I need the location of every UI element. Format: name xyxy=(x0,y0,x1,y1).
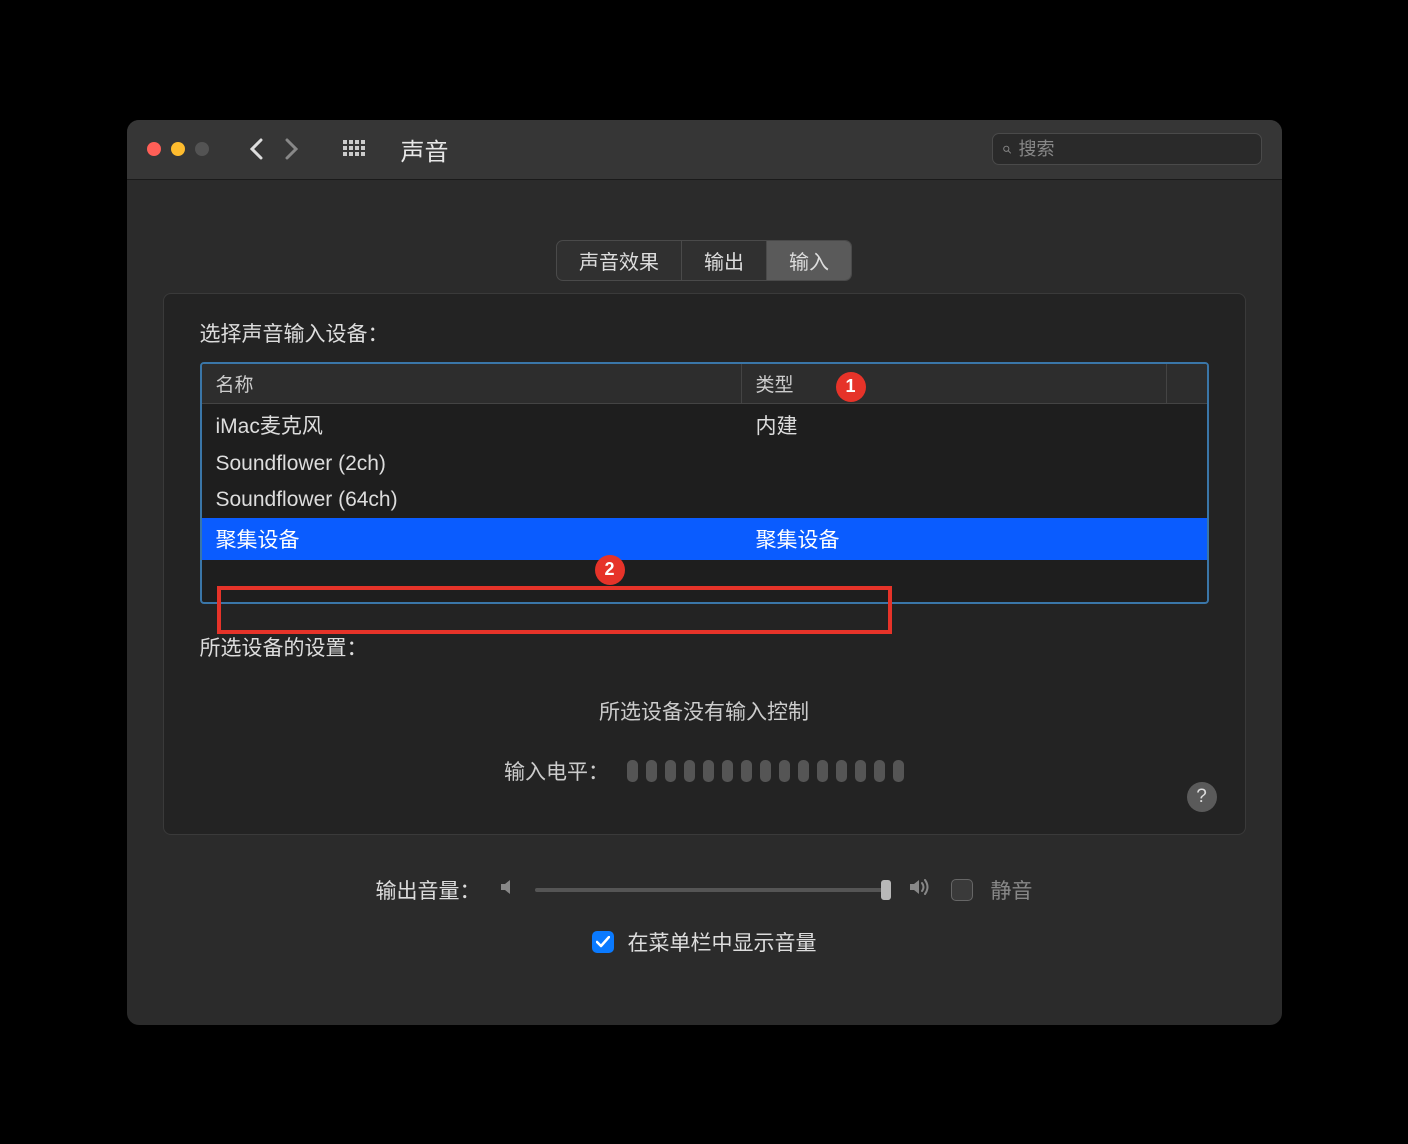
chevron-right-icon xyxy=(285,138,299,160)
choose-device-label: 选择声音输入设备： xyxy=(164,318,1245,362)
tab-group: 声音效果 输出 输入 xyxy=(556,240,852,281)
device-name: iMac麦克风 xyxy=(202,408,742,442)
input-level-row: 输入电平： xyxy=(164,748,1245,806)
mute-label: 静音 xyxy=(991,875,1033,905)
show-all-button[interactable] xyxy=(337,135,373,163)
forward-button xyxy=(275,134,309,164)
device-type: 聚集设备 xyxy=(742,522,1207,556)
table-row[interactable]: 聚集设备 聚集设备 xyxy=(202,518,1207,560)
table-row[interactable]: Soundflower (2ch) xyxy=(202,446,1207,482)
device-table: 名称 类型 iMac麦克风 内建 Soundflower (2ch) Sound… xyxy=(200,362,1209,604)
show-volume-in-menubar-checkbox[interactable] xyxy=(592,931,614,953)
column-type[interactable]: 类型 xyxy=(742,364,1167,403)
annotation-badge-2: 2 xyxy=(595,555,625,585)
level-pip xyxy=(722,760,733,782)
search-icon xyxy=(1003,141,1011,158)
level-pip xyxy=(741,760,752,782)
level-pip xyxy=(836,760,847,782)
input-level-label: 输入电平： xyxy=(504,756,609,786)
back-button[interactable] xyxy=(239,134,273,164)
output-volume-label: 输出音量： xyxy=(376,875,481,905)
table-body: iMac麦克风 内建 Soundflower (2ch) Soundflower… xyxy=(202,404,1207,560)
level-pip xyxy=(817,760,828,782)
window-title: 声音 xyxy=(401,132,992,167)
show-in-menubar-row: 在菜单栏中显示音量 xyxy=(163,927,1246,969)
input-level-meter xyxy=(627,760,904,782)
device-type xyxy=(742,486,1207,514)
level-pip xyxy=(627,760,638,782)
traffic-lights xyxy=(147,142,209,156)
device-name: 聚集设备 xyxy=(202,522,742,556)
content-area: 声音效果 输出 输入 1 选择声音输入设备： 名称 类型 iMac麦克风 内建 xyxy=(127,180,1282,999)
tab-input[interactable]: 输入 xyxy=(767,241,851,280)
check-icon xyxy=(596,936,610,948)
device-name: Soundflower (2ch) xyxy=(202,450,742,478)
close-button[interactable] xyxy=(147,142,161,156)
device-name: Soundflower (64ch) xyxy=(202,486,742,514)
level-pip xyxy=(798,760,809,782)
level-pip xyxy=(855,760,866,782)
level-pip xyxy=(874,760,885,782)
sound-preferences-window: 声音 声音效果 输出 输入 1 选择声音输入设备： 名称 类型 xyxy=(127,120,1282,1025)
minimize-button[interactable] xyxy=(171,142,185,156)
volume-high-icon xyxy=(909,877,933,903)
volume-low-icon xyxy=(499,878,517,902)
table-row[interactable]: Soundflower (64ch) xyxy=(202,482,1207,518)
grid-icon xyxy=(343,140,367,158)
device-type xyxy=(742,450,1207,478)
level-pip xyxy=(893,760,904,782)
mute-checkbox[interactable] xyxy=(951,879,973,901)
level-pip xyxy=(684,760,695,782)
nav-arrows xyxy=(239,134,309,164)
table-row[interactable]: iMac麦克风 内建 xyxy=(202,404,1207,446)
search-input[interactable] xyxy=(1019,139,1251,160)
tab-output[interactable]: 输出 xyxy=(682,241,767,280)
table-header: 名称 类型 xyxy=(202,364,1207,404)
titlebar: 声音 xyxy=(127,120,1282,180)
device-type: 内建 xyxy=(742,408,1207,442)
selected-device-settings-label: 所选设备的设置： xyxy=(164,604,1245,672)
level-pip xyxy=(779,760,790,782)
level-pip xyxy=(646,760,657,782)
level-pip xyxy=(703,760,714,782)
column-name[interactable]: 名称 xyxy=(202,364,742,403)
help-button[interactable]: ? xyxy=(1187,782,1217,812)
level-pip xyxy=(665,760,676,782)
tab-sound-effects[interactable]: 声音效果 xyxy=(557,241,682,280)
column-spacer xyxy=(1167,364,1207,403)
input-panel: 选择声音输入设备： 名称 类型 iMac麦克风 内建 Soundflower (… xyxy=(163,293,1246,835)
output-volume-slider[interactable] xyxy=(535,888,891,892)
show-in-menubar-label: 在菜单栏中显示音量 xyxy=(628,927,817,957)
slider-thumb[interactable] xyxy=(881,880,891,900)
chevron-left-icon xyxy=(249,138,263,160)
no-input-controls-text: 所选设备没有输入控制 xyxy=(164,672,1245,748)
output-volume-row: 输出音量： 静音 xyxy=(163,835,1246,927)
tabs: 声音效果 输出 输入 xyxy=(163,240,1246,281)
search-box[interactable] xyxy=(992,133,1262,165)
annotation-badge-1: 1 xyxy=(836,372,866,402)
maximize-button xyxy=(195,142,209,156)
level-pip xyxy=(760,760,771,782)
